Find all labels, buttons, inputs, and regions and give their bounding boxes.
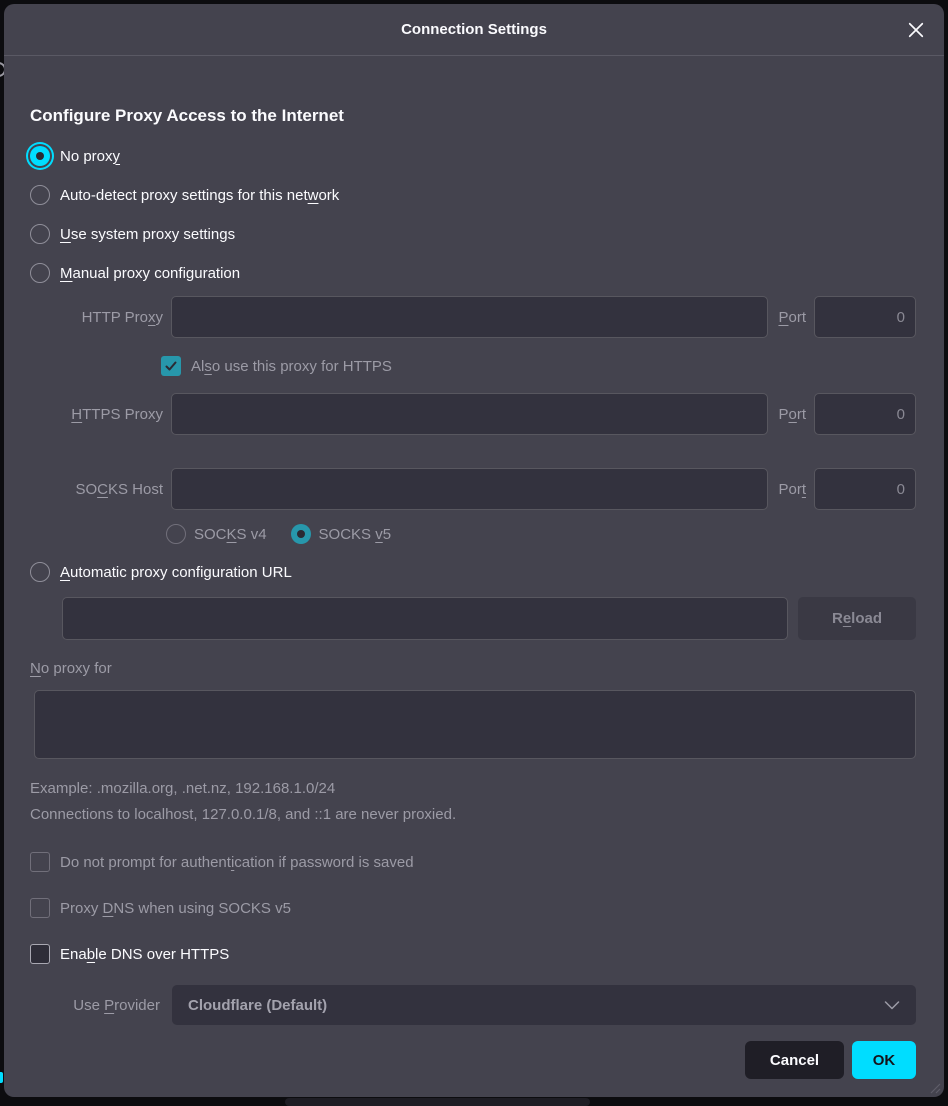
proxy-dns-checkbox-row[interactable]: Proxy DNS when using SOCKS v5 xyxy=(30,895,916,921)
resize-grip-icon[interactable] xyxy=(927,1080,941,1094)
http-proxy-label: HTTP Proxy xyxy=(30,309,163,326)
radio-label-auto-url: Automatic proxy configuration URL xyxy=(60,564,292,581)
close-icon xyxy=(908,22,924,38)
proxy-dns-label: Proxy DNS when using SOCKS v5 xyxy=(60,900,291,917)
https-proxy-row: HTTPS Proxy Port xyxy=(30,393,916,435)
doh-provider-dropdown[interactable]: Cloudflare (Default) xyxy=(172,985,916,1025)
share-proxy-checkbox-row[interactable]: Also use this proxy for HTTPS xyxy=(161,353,916,379)
radio-icon-system-proxy[interactable] xyxy=(30,224,50,244)
no-auth-prompt-checkbox-row[interactable]: Do not prompt for authentication if pass… xyxy=(30,849,916,875)
radio-row-system-proxy[interactable]: Use system proxy settings xyxy=(30,221,916,247)
cancel-button[interactable]: Cancel xyxy=(745,1041,844,1079)
section-heading: Configure Proxy Access to the Internet xyxy=(30,106,916,126)
background-accent-sliver xyxy=(0,1072,3,1083)
enable-doh-label: Enable DNS over HTTPS xyxy=(60,946,229,963)
socks-port-label: Port xyxy=(778,481,806,498)
https-port-input[interactable] xyxy=(814,393,916,435)
http-port-label: Port xyxy=(778,309,806,326)
dialog-title: Connection Settings xyxy=(401,21,547,38)
checkbox-icon-no-auth-prompt[interactable] xyxy=(30,852,50,872)
reload-button[interactable]: Reload xyxy=(798,597,916,640)
no-auth-prompt-label: Do not prompt for authentication if pass… xyxy=(60,854,414,871)
no-proxy-example-text: Example: .mozilla.org, .net.nz, 192.168.… xyxy=(30,777,916,799)
radio-label-no-proxy: No proxy xyxy=(60,148,120,165)
doh-provider-row: Use Provider Cloudflare (Default) xyxy=(30,985,916,1025)
radio-label-system-proxy: Use system proxy settings xyxy=(60,226,235,243)
dialog-footer: Cancel OK xyxy=(30,1041,916,1079)
socks-host-label: SOCKS Host xyxy=(30,481,163,498)
radio-icon-auto-url[interactable] xyxy=(30,562,50,582)
no-proxy-for-textarea[interactable] xyxy=(34,690,916,759)
socks-version-row: SOCKS v4 SOCKS v5 xyxy=(166,521,916,547)
https-port-label: Port xyxy=(778,406,806,423)
doh-provider-selected-value: Cloudflare (Default) xyxy=(188,997,884,1014)
socks-port-input[interactable] xyxy=(814,468,916,510)
radio-icon-socks-v5[interactable] xyxy=(291,524,311,544)
close-button[interactable] xyxy=(900,14,932,46)
enable-doh-checkbox-row[interactable]: Enable DNS over HTTPS xyxy=(30,941,916,967)
screen: { "dialog": { "title": "Connection Setti… xyxy=(0,0,948,1106)
dialog-titlebar: Connection Settings xyxy=(4,4,944,56)
http-port-input[interactable] xyxy=(814,296,916,338)
radio-label-manual-proxy: Manual proxy configuration xyxy=(60,265,240,282)
radio-icon-auto-detect[interactable] xyxy=(30,185,50,205)
radio-label-socks-v4: SOCKS v4 xyxy=(194,526,267,543)
auto-url-input[interactable] xyxy=(62,597,788,640)
radio-row-manual-proxy[interactable]: Manual proxy configuration xyxy=(30,260,916,286)
https-proxy-label: HTTPS Proxy xyxy=(30,406,163,423)
connection-settings-dialog: Connection Settings Configure Proxy Acce… xyxy=(4,4,944,1097)
ok-button[interactable]: OK xyxy=(852,1041,916,1079)
checkbox-icon-enable-doh[interactable] xyxy=(30,944,50,964)
background-element xyxy=(285,1098,590,1106)
doh-provider-label: Use Provider xyxy=(30,997,160,1014)
radio-icon-socks-v4[interactable] xyxy=(166,524,186,544)
radio-icon-no-proxy[interactable] xyxy=(30,146,50,166)
auto-url-input-row: Reload xyxy=(30,597,916,640)
no-proxy-for-label: No proxy for xyxy=(30,660,916,682)
dialog-content: Configure Proxy Access to the Internet N… xyxy=(4,106,944,1079)
socks-host-input[interactable] xyxy=(171,468,768,510)
http-proxy-row: HTTP Proxy Port xyxy=(30,296,916,338)
radio-icon-manual-proxy[interactable] xyxy=(30,263,50,283)
check-icon xyxy=(164,359,178,373)
radio-label-socks-v5: SOCKS v5 xyxy=(319,526,392,543)
radio-row-auto-url[interactable]: Automatic proxy configuration URL xyxy=(30,559,916,585)
radio-label-auto-detect: Auto-detect proxy settings for this netw… xyxy=(60,187,339,204)
https-proxy-input[interactable] xyxy=(171,393,768,435)
chevron-down-icon xyxy=(884,1001,900,1010)
http-proxy-input[interactable] xyxy=(171,296,768,338)
checkbox-icon-proxy-dns[interactable] xyxy=(30,898,50,918)
share-proxy-label: Also use this proxy for HTTPS xyxy=(191,358,392,375)
radio-row-no-proxy[interactable]: No proxy xyxy=(30,143,916,169)
checkbox-icon-share-proxy[interactable] xyxy=(161,356,181,376)
no-proxy-note-text: Connections to localhost, 127.0.0.1/8, a… xyxy=(30,803,916,825)
socks-host-row: SOCKS Host Port xyxy=(30,468,916,510)
radio-row-auto-detect[interactable]: Auto-detect proxy settings for this netw… xyxy=(30,182,916,208)
